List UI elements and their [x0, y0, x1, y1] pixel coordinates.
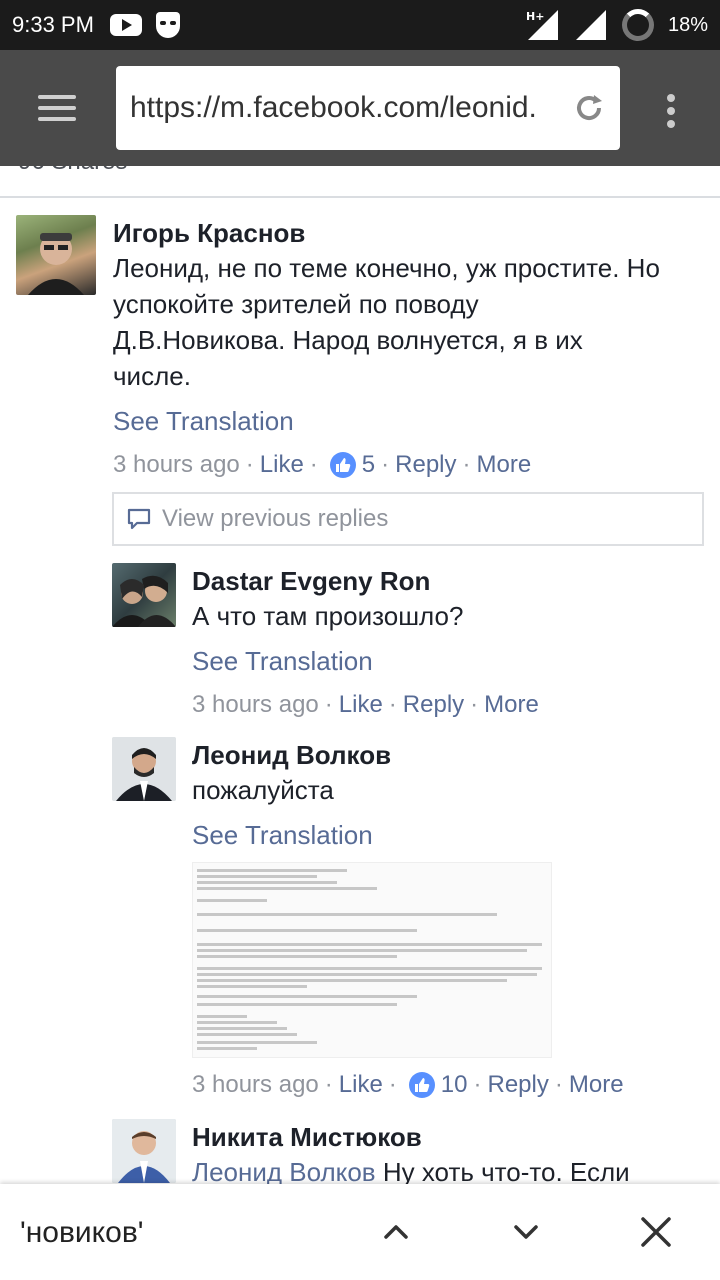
comment-text: Леонид, не по теме конечно, уж простите.… — [113, 250, 713, 394]
status-bar: 9:33 PM H+ 18% — [0, 0, 720, 50]
find-in-page-bar: 'новиков' — [0, 1184, 720, 1280]
like-link[interactable]: Like — [339, 1071, 383, 1099]
reply-link[interactable]: Reply — [488, 1071, 549, 1099]
reply-author[interactable]: Никита Мистюков — [192, 1122, 422, 1153]
comment-line: Д.В.Новикова. Народ волнуется, я в их — [113, 325, 583, 355]
view-previous-replies-label: View previous replies — [162, 505, 389, 532]
comment-line: Леонид, не по теме конечно, уж простите.… — [113, 253, 660, 283]
overflow-menu-icon[interactable] — [667, 94, 675, 128]
avatar[interactable] — [112, 563, 176, 627]
comment-bubble-icon — [127, 508, 151, 530]
battery-icon — [621, 9, 654, 41]
more-link[interactable]: More — [477, 451, 532, 479]
view-previous-replies-button[interactable]: View previous replies — [112, 492, 704, 546]
comments-area: 96 Shares Игорь Краснов Леонид, не по те… — [0, 166, 720, 1184]
like-thumb-icon — [408, 1072, 435, 1098]
comment-time: 3 hours ago — [113, 451, 240, 478]
menu-icon[interactable] — [38, 95, 76, 121]
svg-text:H+: H+ — [526, 10, 544, 23]
reply-meta: 3 hours ago · Like · Reply · More — [192, 691, 539, 719]
incognito-icon — [155, 12, 180, 38]
like-link[interactable]: Like — [339, 691, 383, 719]
comment-meta: 3 hours ago · Like · 5 · Reply · More — [113, 451, 532, 479]
chevron-up-icon[interactable] — [378, 1214, 414, 1250]
mobile-signal-icon: H+ — [526, 8, 560, 42]
like-link[interactable]: Like — [260, 451, 304, 479]
status-time: 9:33 PM — [12, 12, 94, 37]
reply-time: 3 hours ago — [192, 691, 319, 718]
mention-link[interactable]: Леонид Волков — [192, 1157, 376, 1184]
chevron-down-icon[interactable] — [508, 1214, 544, 1250]
reply-link[interactable]: Reply — [395, 451, 456, 479]
reply-link[interactable]: Reply — [403, 691, 464, 719]
avatar[interactable] — [112, 1119, 176, 1183]
see-translation-link[interactable]: See Translation — [192, 820, 373, 851]
divider — [0, 196, 720, 198]
reply-text: Леонид Волков Ну хоть что-то. Если — [192, 1154, 630, 1184]
battery-percent: 18% — [667, 13, 708, 36]
avatar[interactable] — [112, 737, 176, 801]
reload-icon[interactable] — [572, 91, 606, 125]
browser-toolbar: https://m.facebook.com/leonid. — [0, 50, 720, 166]
comment-line: числе. — [113, 361, 191, 391]
like-count[interactable]: 10 — [441, 1071, 468, 1099]
comment-line: успокойте зрителей по поводу — [113, 289, 479, 319]
reply-text: А что там произошло? — [192, 601, 464, 631]
like-count[interactable]: 5 — [362, 451, 375, 479]
reply-text-body: Ну хоть что-то. Если — [382, 1157, 630, 1184]
more-link[interactable]: More — [484, 691, 539, 719]
reply-author[interactable]: Dastar Evgeny Ron — [192, 566, 430, 597]
shares-count[interactable]: 96 Shares — [18, 166, 127, 176]
reply-time: 3 hours ago — [192, 1071, 319, 1098]
more-link[interactable]: More — [569, 1071, 624, 1099]
url-text[interactable]: https://m.facebook.com/leonid. — [130, 91, 564, 125]
reply-meta: 3 hours ago · Like · 10 · Reply · More — [192, 1071, 624, 1099]
see-translation-link[interactable]: See Translation — [192, 646, 373, 677]
address-bar[interactable]: https://m.facebook.com/leonid. — [116, 66, 620, 150]
like-thumb-icon — [329, 452, 356, 478]
comment-author[interactable]: Игорь Краснов — [113, 218, 305, 249]
reply-author[interactable]: Леонид Волков — [192, 740, 391, 771]
reply-text: пожалуйста — [192, 775, 334, 805]
wifi-signal-icon — [574, 8, 608, 42]
youtube-icon — [109, 14, 142, 36]
see-translation-link[interactable]: See Translation — [113, 406, 294, 437]
close-icon[interactable] — [638, 1214, 674, 1250]
attached-document-image[interactable] — [192, 862, 552, 1058]
avatar[interactable] — [16, 215, 96, 295]
find-query-input[interactable]: 'новиков' — [20, 1216, 144, 1250]
